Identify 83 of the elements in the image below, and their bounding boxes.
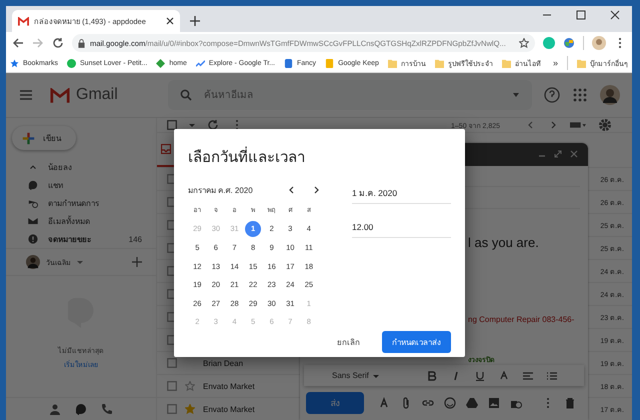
chat-icon <box>28 180 38 190</box>
close-icon[interactable] <box>610 10 620 20</box>
lock-icon <box>78 38 85 48</box>
avatar-icon[interactable] <box>592 36 606 50</box>
emoji-icon[interactable] <box>444 397 456 410</box>
month-label: มกราคม ค.ศ. 2020 <box>188 184 254 196</box>
search-field[interactable]: ค้นหาอีเมล <box>168 80 532 110</box>
person-icon[interactable] <box>49 403 61 415</box>
folder-icon <box>577 58 586 68</box>
mail-logo-icon <box>50 88 70 102</box>
globe-icon[interactable] <box>563 37 575 49</box>
sidebar-item[interactable]: จดหมายขยะ 146 <box>6 230 156 248</box>
dropdown-icon[interactable] <box>372 372 379 379</box>
checkbox-icon[interactable] <box>167 404 177 414</box>
trash-icon[interactable] <box>564 397 576 410</box>
sidebar-item[interactable]: อีเมลทั้งหมด <box>6 212 156 230</box>
list-icon[interactable] <box>546 370 557 381</box>
sidebar-item[interactable]: ตามกำหนดการ <box>6 194 156 212</box>
message-text: ng Computer Repair 083-456- <box>468 315 574 324</box>
apps-icon[interactable] <box>572 87 588 103</box>
avatar-icon <box>26 255 40 269</box>
new-tab-icon[interactable] <box>190 16 200 26</box>
chevron-left-icon[interactable] <box>288 186 296 194</box>
align-icon[interactable] <box>522 370 533 381</box>
diamond-icon <box>156 58 166 68</box>
text-color-icon[interactable] <box>498 370 509 381</box>
star-icon[interactable] <box>185 404 195 414</box>
bulb-icon <box>325 58 334 68</box>
dropdown-icon[interactable] <box>512 91 520 99</box>
back-icon[interactable] <box>12 37 24 49</box>
star-icon <box>10 58 19 68</box>
tag-icon <box>284 58 293 68</box>
mail-logo-icon <box>18 16 29 26</box>
add-icon[interactable] <box>132 257 142 267</box>
trend-icon <box>196 58 205 68</box>
search-icon <box>180 89 192 101</box>
plus-icon <box>22 132 35 144</box>
close-icon[interactable] <box>166 17 174 25</box>
reload-icon[interactable] <box>207 119 219 131</box>
sidebar-item[interactable]: น้อยลง <box>6 158 156 176</box>
maximize-icon[interactable] <box>576 10 586 20</box>
reload-icon[interactable] <box>52 37 64 49</box>
sender-name: Envato Market <box>203 404 255 414</box>
star-icon[interactable] <box>519 38 529 48</box>
schedule-send-button[interactable]: กำหนดเวลาส่ง <box>382 331 451 354</box>
avatar-icon[interactable] <box>600 85 620 105</box>
text-format-icon[interactable] <box>378 397 390 410</box>
settings-icon[interactable] <box>598 118 612 132</box>
sidebar-item[interactable]: แชท <box>6 176 156 194</box>
dialog-title: เลือกวันที่และเวลา <box>188 145 305 169</box>
expand-icon[interactable] <box>554 150 562 158</box>
search-input[interactable]: ค้นหาอีเมล <box>202 88 502 102</box>
menu-icon[interactable] <box>18 87 34 103</box>
clock-icon <box>28 198 38 208</box>
message-text: l as you are. <box>468 235 539 250</box>
star-icon[interactable] <box>185 381 195 391</box>
font-selector[interactable]: Sans Serif <box>332 371 369 380</box>
chevron-right-icon[interactable] <box>312 186 320 194</box>
app-name: Gmail <box>76 86 119 104</box>
cancel-button[interactable]: ยกเลิก <box>331 332 366 353</box>
music-icon <box>67 58 76 68</box>
help-icon[interactable] <box>544 87 560 103</box>
phone-icon[interactable] <box>101 403 113 415</box>
envelope-icon <box>28 216 38 226</box>
keyboard-icon[interactable] <box>570 121 586 129</box>
underline-icon[interactable] <box>474 370 485 381</box>
chat-icon[interactable] <box>75 403 87 415</box>
sender-name: Brian Dean <box>203 358 244 368</box>
dropdown-icon[interactable] <box>77 259 83 265</box>
more-bookmarks-button[interactable]: » <box>552 58 558 68</box>
image-icon[interactable] <box>488 397 500 410</box>
folder-icon <box>434 58 444 68</box>
inbox-icon <box>161 144 171 154</box>
checkbox-icon[interactable] <box>167 358 177 368</box>
compose-button[interactable]: เขียน <box>12 126 76 150</box>
checkbox-icon[interactable] <box>167 120 177 130</box>
folder-icon <box>502 58 511 68</box>
sender-name: Envato Market <box>203 382 255 390</box>
folder-icon <box>388 58 397 68</box>
warning-icon <box>28 234 38 244</box>
checkbox-icon[interactable] <box>167 381 177 391</box>
bold-icon[interactable] <box>426 370 437 381</box>
extension-icon[interactable] <box>543 37 555 49</box>
